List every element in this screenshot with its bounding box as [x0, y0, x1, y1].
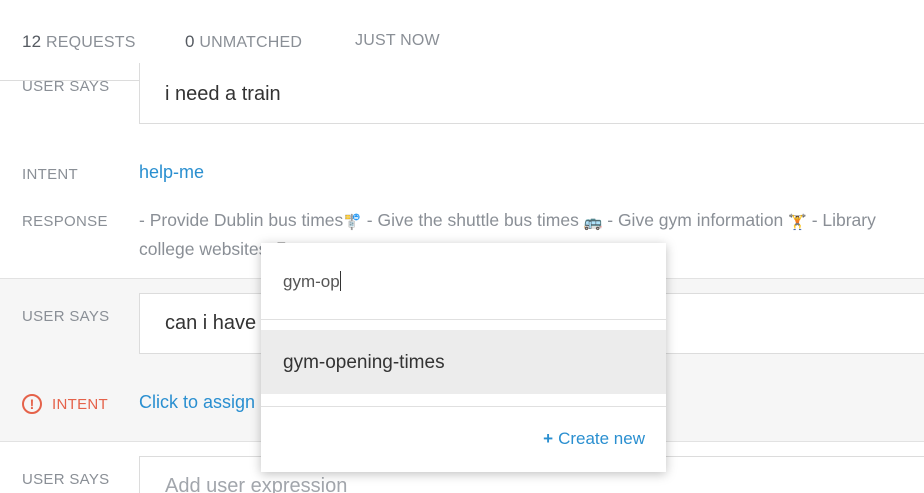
intent-link[interactable]: help-me [139, 162, 204, 183]
bus-icon: 🚌 [583, 214, 603, 231]
divider [261, 406, 666, 407]
intent-search-text: gym-op [283, 272, 340, 291]
plus-icon: + [543, 429, 554, 448]
assign-intent-link[interactable]: Click to assign [139, 392, 255, 413]
user-says-label: USER SAYS [22, 78, 110, 95]
user-says-label-2: USER SAYS [22, 308, 110, 325]
weight-lifter-icon: 🏋 [788, 214, 807, 231]
alert-icon: ! [22, 394, 42, 414]
requests-count: 12 [22, 32, 42, 51]
requests-label: REQUESTS [45, 34, 136, 51]
user-says-text-2: can i have [165, 312, 257, 334]
response-part-4: - Library [806, 210, 876, 230]
response-part-3: - Give gym information [602, 210, 789, 230]
intent-dropdown: gym-op gym-opening-times + Create new [261, 243, 666, 472]
bus-stop-icon: 🚏 [343, 214, 362, 231]
text-caret [339, 271, 341, 291]
response-part-5: college websites [139, 239, 273, 259]
user-says-text: i need a train [165, 83, 281, 105]
requests-stat: 12 REQUESTS [22, 32, 136, 52]
create-new-label: Create new [558, 429, 645, 448]
response-label: RESPONSE [22, 213, 108, 230]
response-part-2: - Give the shuttle bus times [361, 210, 584, 230]
intent-option-label: gym-opening-times [283, 352, 445, 373]
time-label: JUST NOW [355, 32, 440, 49]
add-expression-placeholder: Add user expression [165, 475, 348, 493]
unmatched-label: UNMATCHED [199, 34, 303, 51]
intent-label: INTENT [22, 166, 78, 183]
intent-option[interactable]: gym-opening-times [261, 330, 666, 394]
user-says-label-3: USER SAYS [22, 471, 110, 488]
response-part-1: - Provide Dublin bus times [139, 210, 344, 230]
intent-search-input[interactable]: gym-op [283, 271, 341, 292]
unmatched-count: 0 [185, 32, 195, 51]
unmatched-stat: 0 UNMATCHED [185, 32, 302, 52]
create-new-button[interactable]: + Create new [543, 429, 645, 449]
intent-label-2: INTENT [52, 396, 108, 413]
user-says-field[interactable]: i need a train [139, 63, 924, 124]
divider [261, 319, 666, 320]
